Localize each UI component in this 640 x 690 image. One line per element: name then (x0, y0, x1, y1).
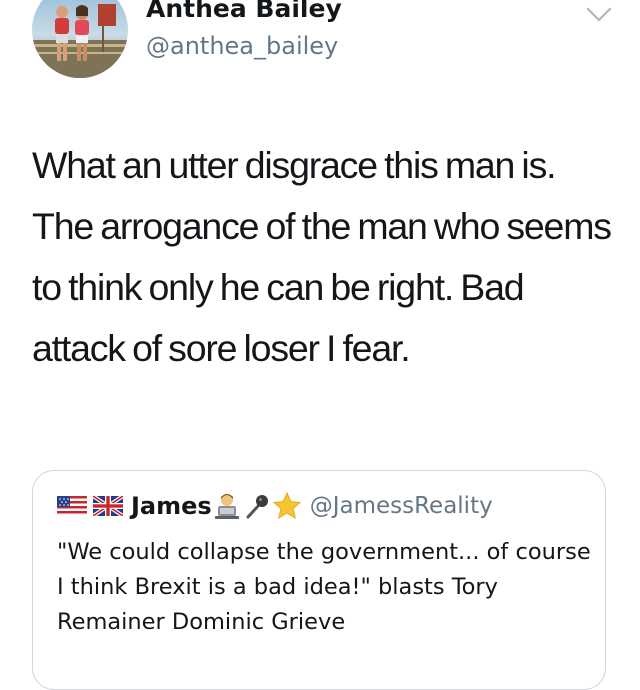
avatar[interactable] (32, 0, 128, 78)
technologist-icon (212, 491, 242, 521)
tweet-text: What an utter disgrace this man is. The … (32, 144, 612, 369)
quoted-author-handle[interactable]: @JamessReality (310, 493, 493, 519)
us-flag-icon (57, 496, 87, 516)
chevron-down-icon[interactable] (586, 6, 612, 24)
quoted-author-display-name[interactable]: James (131, 492, 212, 520)
author-display-name[interactable]: Anthea Bailey (146, 0, 342, 23)
avatar-photo (32, 0, 128, 78)
quoted-tweet-text: "We could collapse the government... of … (57, 539, 591, 635)
author-handle[interactable]: @anthea_bailey (146, 32, 338, 60)
quoted-tweet-card[interactable]: James @JamessReality "We could collapse … (32, 470, 606, 690)
uk-flag-icon (91, 494, 125, 518)
quoted-tweet-header: James @JamessReality (57, 489, 493, 523)
star-icon (272, 491, 302, 521)
microphone-icon (242, 491, 272, 521)
